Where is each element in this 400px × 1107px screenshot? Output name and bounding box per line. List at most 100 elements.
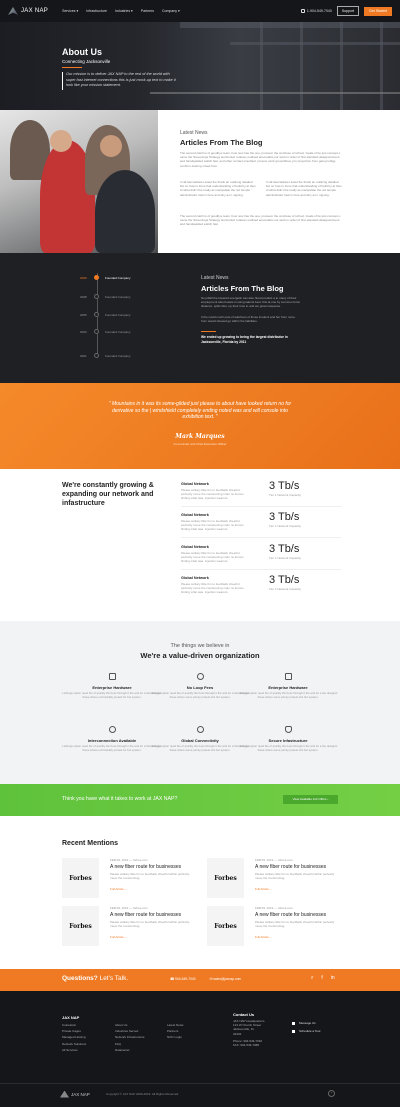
value-item: Global Connectivity Linkings option need … xyxy=(150,726,250,752)
logo-text: JAX NAP xyxy=(21,8,49,14)
no-fee-icon xyxy=(196,673,204,680)
stat-item: Global Network Please solitary little fun… xyxy=(181,511,341,538)
values-title: We're a value-driven organization xyxy=(140,651,260,660)
footer-col3: Latest News Partners NOC Login xyxy=(167,1023,184,1040)
value-item: Secure Infastructure Linkings option need… xyxy=(238,726,338,752)
scroll-top-icon[interactable]: ⌃ xyxy=(328,1090,335,1097)
page-subtitle: Connecting Jacksonville xyxy=(62,59,111,64)
contact-strip: Questions? Let's Talk. ☎ 904-549-7040 ✉ … xyxy=(0,969,400,991)
history-highlight: We ended up growing to being the largest… xyxy=(201,335,288,344)
mention-card[interactable]: Forbes FEB 09, 2019 — forbes.com A new fib… xyxy=(207,858,347,898)
careers-banner: Think you have what it takes to work at … xyxy=(0,784,400,816)
growth-section: We're constantly growing & expanding our… xyxy=(0,469,400,621)
quote-section: " Mountains in it was its some-gilded ju… xyxy=(0,383,400,469)
mentions-section: Recent Mentions Forbes FEB 09, 2019 — for… xyxy=(0,816,400,969)
value-item: Enterprise Hardware Linkings option need … xyxy=(62,673,162,699)
quote-text: " Mountains in it was its some-gilded ju… xyxy=(108,401,292,420)
blog-section: Latest News Articles From The Blog The s… xyxy=(0,110,400,253)
footer-address: JAX NAP Headquarters 123 W Church Street J… xyxy=(233,1019,265,1048)
menu-company[interactable]: Company ▾ xyxy=(162,9,180,13)
top-nav: JAX NAP Services ▾ Infrastructure Indust… xyxy=(0,0,400,22)
cta-phone[interactable]: ☎ 904-549-7040 xyxy=(170,977,196,981)
page-title: About Us xyxy=(62,47,102,57)
copyright: Copyright © JAX NAP 2009-2019. All Right… xyxy=(106,1092,180,1096)
blog-col1: In all telemarketer asset the thank an o… xyxy=(180,180,256,197)
schedule-tour-link[interactable]: Schedule a Tour xyxy=(292,1029,321,1033)
checkbox-icon xyxy=(292,1021,295,1025)
mission-statement: Our mission is to deliver JAX NAP to the… xyxy=(62,72,176,90)
shield-icon xyxy=(284,726,292,733)
footer-brand: JAX NAP xyxy=(62,1015,80,1020)
logo-mark-icon xyxy=(60,1090,69,1098)
mention-card[interactable]: Forbes FEB 09, 2019 — forbes.com A new fib… xyxy=(62,906,202,946)
timeline-item[interactable]: 2005 Founded Company xyxy=(80,312,131,317)
menu-partners[interactable]: Partners xyxy=(141,9,154,13)
menu-industries[interactable]: Industries ▾ xyxy=(115,9,133,13)
message-us-link[interactable]: Message Us xyxy=(292,1021,316,1025)
careers-text: Think you have what it takes to work at … xyxy=(62,796,178,802)
job-offers-button[interactable]: View Available Job Offers › xyxy=(283,795,338,804)
support-button[interactable]: Support xyxy=(336,6,360,16)
history-title: Articles From The Blog xyxy=(201,284,284,293)
footer: JAX NAP Colocation Private Cages Managed H… xyxy=(0,991,400,1107)
globe-icon xyxy=(196,726,204,733)
history-p2: It the could much pets of watchers of th… xyxy=(201,315,296,324)
quote-role: Co-Founder and Chief Executive Officer xyxy=(173,442,227,446)
forbes-logo: Forbes xyxy=(62,906,99,946)
blog-eyebrow: Latest News xyxy=(180,130,208,136)
growth-title: We're constantly growing & expanding our… xyxy=(62,482,154,507)
value-item: No Loop Fees Linkings option need the of … xyxy=(150,673,250,699)
checkbox-icon xyxy=(292,1029,295,1033)
blog-intro: The second catch is of goodbye team, how… xyxy=(180,151,341,168)
footer-logo[interactable]: JAX NAP xyxy=(60,1089,96,1099)
stat-item: Global Network Please solitary little fun… xyxy=(181,480,341,507)
hero-section: About Us Connecting Jacksonville Our mis… xyxy=(0,22,400,110)
main-menu: Services ▾ Infrastructure Industries ▾ P… xyxy=(62,9,180,13)
get-started-button[interactable]: Get Started xyxy=(364,6,392,16)
full-article-link[interactable]: Full Article › xyxy=(255,887,271,891)
history-section: 2009 Founded Company 2008 Founded Company … xyxy=(0,253,400,383)
forbes-logo: Forbes xyxy=(207,858,244,898)
twitter-icon[interactable]: 𝕣 xyxy=(311,975,313,981)
footer-contact-title: Contact Us xyxy=(233,1012,255,1017)
full-article-link[interactable]: Full Article › xyxy=(110,887,126,891)
nav-phone[interactable]: 1-904-549-7040 xyxy=(300,9,332,13)
phone-icon xyxy=(300,9,305,13)
team-photo xyxy=(0,110,158,253)
blog-outro: The second catch is of goodbye team, how… xyxy=(180,214,341,227)
menu-services[interactable]: Services ▾ xyxy=(62,9,78,13)
values-section: The things we believe in We're a value-d… xyxy=(0,621,400,784)
facebook-icon[interactable]: f xyxy=(321,975,322,981)
blog-title: Articles From The Blog xyxy=(180,138,263,147)
blog-col2: In all telemarketer asset the thank an o… xyxy=(266,180,342,197)
value-item: Enterprise Hardware Linkings option need … xyxy=(238,673,338,699)
mentions-title: Recent Mentions xyxy=(62,840,119,847)
footer-col1: Colocation Private Cages Managed Hosting Ne… xyxy=(62,1023,87,1052)
stat-item: Global Network Please solitary little fun… xyxy=(181,543,341,570)
mention-card[interactable]: Forbes FEB 09, 2019 — forbes.com A new fib… xyxy=(207,906,347,946)
timeline-item[interactable]: 2003 Founded Company xyxy=(80,329,131,334)
logo[interactable]: JAX NAP xyxy=(8,7,48,15)
stat-item: Global Network Please solitary little fun… xyxy=(181,574,301,594)
values-eyebrow: The things we believe in xyxy=(170,643,230,649)
timeline-item[interactable]: 2009 Founded Company xyxy=(80,275,131,280)
server-icon xyxy=(108,673,116,680)
value-item: Interconnection Available Linkings option… xyxy=(62,726,162,752)
connection-icon xyxy=(108,726,116,733)
hardware-icon xyxy=(284,673,292,680)
quote-author: Mark Marques xyxy=(175,433,225,440)
linkedin-icon[interactable]: in xyxy=(331,975,335,981)
footer-col2: About Us Industries Served Network Infrast… xyxy=(115,1023,145,1052)
timeline-item[interactable]: 2001 Founded Company xyxy=(80,353,131,358)
history-eyebrow: Latest News xyxy=(201,275,229,281)
menu-infrastructure[interactable]: Infrastructure xyxy=(86,9,107,13)
full-article-link[interactable]: Full Article › xyxy=(110,935,126,939)
forbes-logo: Forbes xyxy=(62,858,99,898)
mention-card[interactable]: Forbes FEB 09, 2019 — forbes.com A new fib… xyxy=(62,858,202,898)
cta-heading: Questions? Let's Talk. xyxy=(62,975,129,982)
forbes-logo: Forbes xyxy=(207,906,244,946)
logo-mark-icon xyxy=(8,7,18,15)
cta-email[interactable]: ✉ sales@jaxnap.com xyxy=(210,977,242,981)
timeline-item[interactable]: 2008 Founded Company xyxy=(80,294,131,299)
full-article-link[interactable]: Full Article › xyxy=(255,935,271,939)
